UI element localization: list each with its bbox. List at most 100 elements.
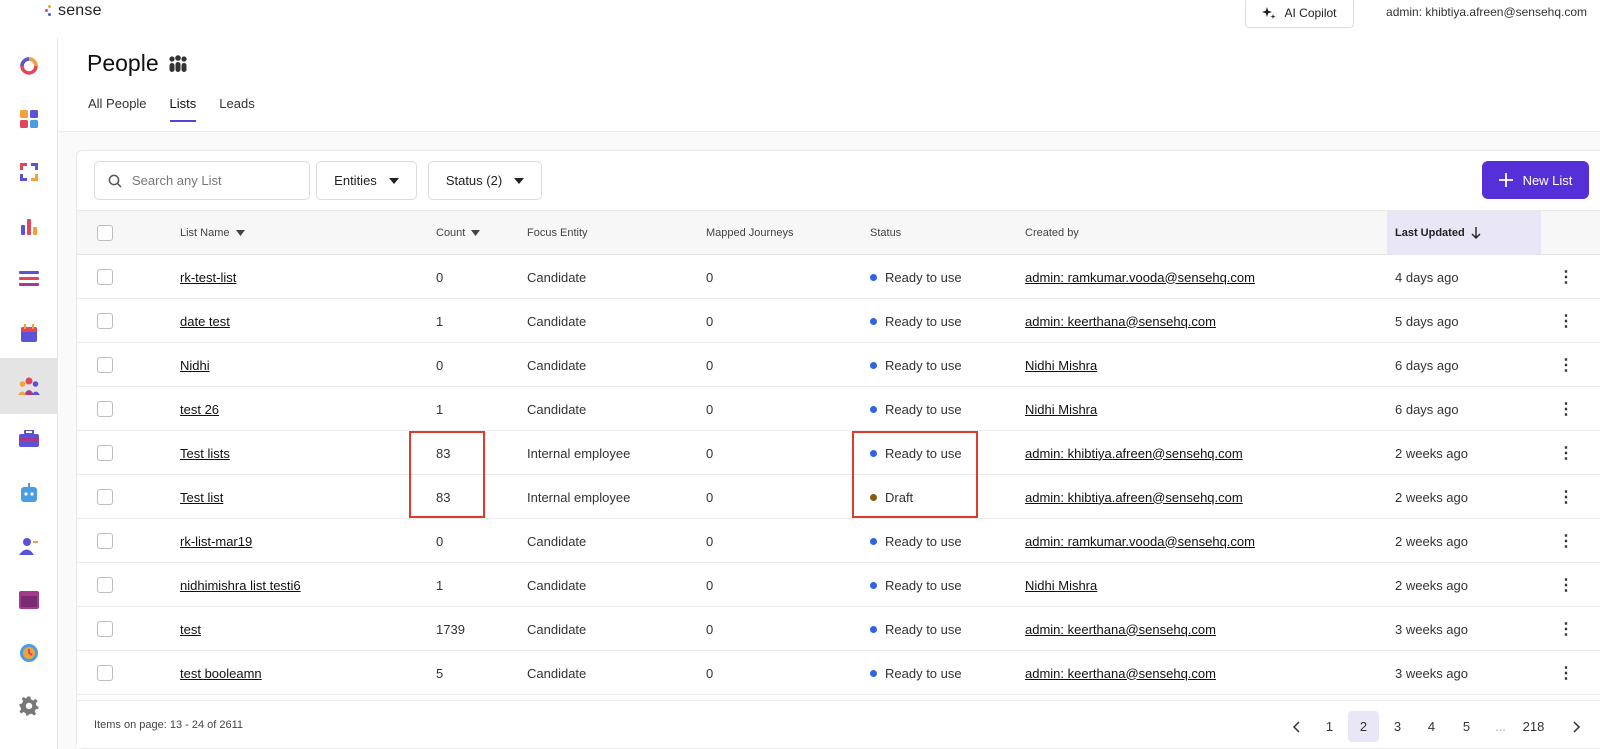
row-checkbox[interactable]: [97, 401, 113, 417]
list-name-link[interactable]: test: [180, 607, 201, 651]
created-by-link[interactable]: admin: khibtiya.afreen@sensehq.com: [1025, 475, 1243, 519]
tab-lists[interactable]: Lists: [169, 96, 197, 122]
created-by-link[interactable]: admin: keerthana@sensehq.com: [1025, 651, 1216, 695]
column-count[interactable]: Count: [436, 211, 481, 255]
sidebar-item-jobs[interactable]: [0, 411, 57, 467]
select-all-checkbox[interactable]: [97, 225, 113, 241]
list-name-link[interactable]: test 26: [180, 387, 219, 431]
created-by-link[interactable]: admin: ramkumar.vooda@sensehq.com: [1025, 255, 1255, 299]
pagination-page-button[interactable]: 2: [1348, 711, 1379, 742]
jobs-briefcase-icon: [18, 430, 39, 447]
table-row[interactable]: nidhimishra list testi6 1 Candidate 0 Ready …: [77, 563, 1600, 607]
table-row[interactable]: test 26 1 Candidate 0 Ready to use Nidhi Mish…: [77, 387, 1600, 431]
sidebar-item-settings[interactable]: [0, 678, 57, 734]
row-checkbox[interactable]: [97, 489, 113, 505]
sidebar-item-bot[interactable]: [0, 465, 57, 521]
table-row[interactable]: rk-test-list 0 Candidate 0 Ready to use admin…: [77, 255, 1600, 299]
focus-entity-value: Internal employee: [527, 445, 631, 461]
tab-all-people[interactable]: All People: [88, 96, 147, 122]
column-created-by: Created by: [1025, 227, 1079, 239]
row-more-options-icon[interactable]: ⋮: [1558, 519, 1574, 563]
sidebar-item-lists[interactable]: [0, 251, 57, 307]
list-name-link[interactable]: Test list: [180, 475, 223, 519]
created-by-link[interactable]: admin: keerthana@sensehq.com: [1025, 299, 1216, 343]
chevron-left-icon: [1292, 720, 1300, 733]
row-more-options-icon[interactable]: ⋮: [1558, 431, 1574, 475]
row-more-options-icon[interactable]: ⋮: [1558, 343, 1574, 387]
row-checkbox[interactable]: [97, 665, 113, 681]
status-filter-dropdown[interactable]: Status (2): [428, 161, 542, 200]
status-cell: Ready to use: [870, 563, 962, 607]
table-row[interactable]: test 1739 Candidate 0 Ready to use admin: kee…: [77, 607, 1600, 651]
table-row[interactable]: date test 1 Candidate 0 Ready to use admin: k…: [77, 299, 1600, 343]
status-cell: Draft: [870, 475, 913, 519]
list-name-link[interactable]: test booleamn: [180, 651, 262, 695]
created-by-link[interactable]: Nidhi Mishra: [1025, 563, 1097, 607]
tab-leads[interactable]: Leads: [219, 96, 254, 122]
sidebar-item-dashboard[interactable]: [0, 91, 57, 147]
search-input[interactable]: [132, 173, 292, 188]
list-name-link[interactable]: rk-list-mar19: [180, 519, 252, 563]
row-checkbox[interactable]: [97, 269, 113, 285]
status-text: Ready to use: [885, 357, 962, 373]
brand-dots-icon: [45, 3, 53, 19]
table-row[interactable]: test booleamn 5 Candidate 0 Ready to use admi…: [77, 651, 1600, 695]
table-row[interactable]: Nidhi 0 Candidate 0 Ready to use Nidhi Mishra…: [77, 343, 1600, 387]
created-by-link[interactable]: admin: ramkumar.vooda@sensehq.com: [1025, 519, 1255, 563]
sidebar-item-calendar[interactable]: [0, 305, 57, 361]
entities-filter-dropdown[interactable]: Entities: [316, 161, 417, 200]
sidebar-item-user-profile[interactable]: [0, 518, 57, 574]
row-more-options-icon[interactable]: ⋮: [1558, 299, 1574, 343]
pagination-page-button[interactable]: 3: [1382, 711, 1413, 742]
people-tabs: All People Lists Leads: [88, 96, 255, 122]
row-checkbox[interactable]: [97, 445, 113, 461]
column-list-name[interactable]: List Name: [180, 211, 245, 255]
pagination-page-button[interactable]: 218: [1518, 711, 1549, 742]
new-list-button[interactable]: New List: [1482, 161, 1589, 199]
column-mapped-journeys: Mapped Journeys: [706, 227, 794, 239]
column-list-name-label: List Name: [180, 227, 230, 239]
table-row[interactable]: Test list 83 Internal employee 0 Draft admin:…: [77, 475, 1600, 519]
created-by-link[interactable]: admin: khibtiya.afreen@sensehq.com: [1025, 431, 1243, 475]
ai-copilot-button[interactable]: AI Copilot: [1245, 0, 1354, 28]
row-checkbox[interactable]: [97, 577, 113, 593]
pagination-page-button[interactable]: 5: [1451, 711, 1482, 742]
row-checkbox[interactable]: [97, 533, 113, 549]
row-more-options-icon[interactable]: ⋮: [1558, 475, 1574, 519]
list-name-link[interactable]: Test lists: [180, 431, 230, 475]
row-checkbox[interactable]: [97, 621, 113, 637]
list-name-link[interactable]: rk-test-list: [180, 255, 236, 299]
list-icon: [18, 271, 39, 286]
created-by-link[interactable]: Nidhi Mishra: [1025, 387, 1097, 431]
count-value: 83: [436, 489, 451, 505]
sidebar-item-integrations[interactable]: [0, 144, 57, 200]
sidebar-item-home[interactable]: [0, 38, 57, 94]
sidebar-item-people[interactable]: [0, 358, 57, 414]
row-checkbox[interactable]: [97, 357, 113, 373]
current-user-label[interactable]: admin: khibtiya.afreen@sensehq.com: [1386, 5, 1587, 19]
pagination-page-button[interactable]: 4: [1416, 711, 1447, 742]
created-by-link[interactable]: admin: keerthana@sensehq.com: [1025, 607, 1216, 651]
list-name-link[interactable]: date test: [180, 299, 230, 343]
pagination-next-button[interactable]: [1561, 711, 1592, 742]
row-more-options-icon[interactable]: ⋮: [1558, 607, 1574, 651]
column-last-updated[interactable]: Last Updated: [1387, 211, 1541, 255]
table-row[interactable]: Test lists 83 Internal employee 0 Ready to u…: [77, 431, 1600, 475]
sidebar-item-analytics[interactable]: [0, 198, 57, 254]
sidebar-item-window[interactable]: [0, 572, 57, 628]
list-name-link[interactable]: nidhimishra list testi6: [180, 563, 301, 607]
table-row[interactable]: rk-list-mar19 0 Candidate 0 Ready to use admi…: [77, 519, 1600, 563]
pagination-prev-button[interactable]: [1280, 711, 1311, 742]
row-more-options-icon[interactable]: ⋮: [1558, 651, 1574, 695]
pagination-page-button[interactable]: 1: [1314, 711, 1345, 742]
row-more-options-icon[interactable]: ⋮: [1558, 255, 1574, 299]
column-focus-entity: Focus Entity: [527, 227, 588, 239]
search-box[interactable]: [94, 161, 310, 200]
brand-logo[interactable]: sense: [45, 0, 102, 22]
row-more-options-icon[interactable]: ⋮: [1558, 563, 1574, 607]
created-by-link[interactable]: Nidhi Mishra: [1025, 343, 1097, 387]
row-more-options-icon[interactable]: ⋮: [1558, 387, 1574, 431]
sidebar-item-schedule[interactable]: [0, 625, 57, 681]
list-name-link[interactable]: Nidhi: [180, 343, 210, 387]
row-checkbox[interactable]: [97, 313, 113, 329]
